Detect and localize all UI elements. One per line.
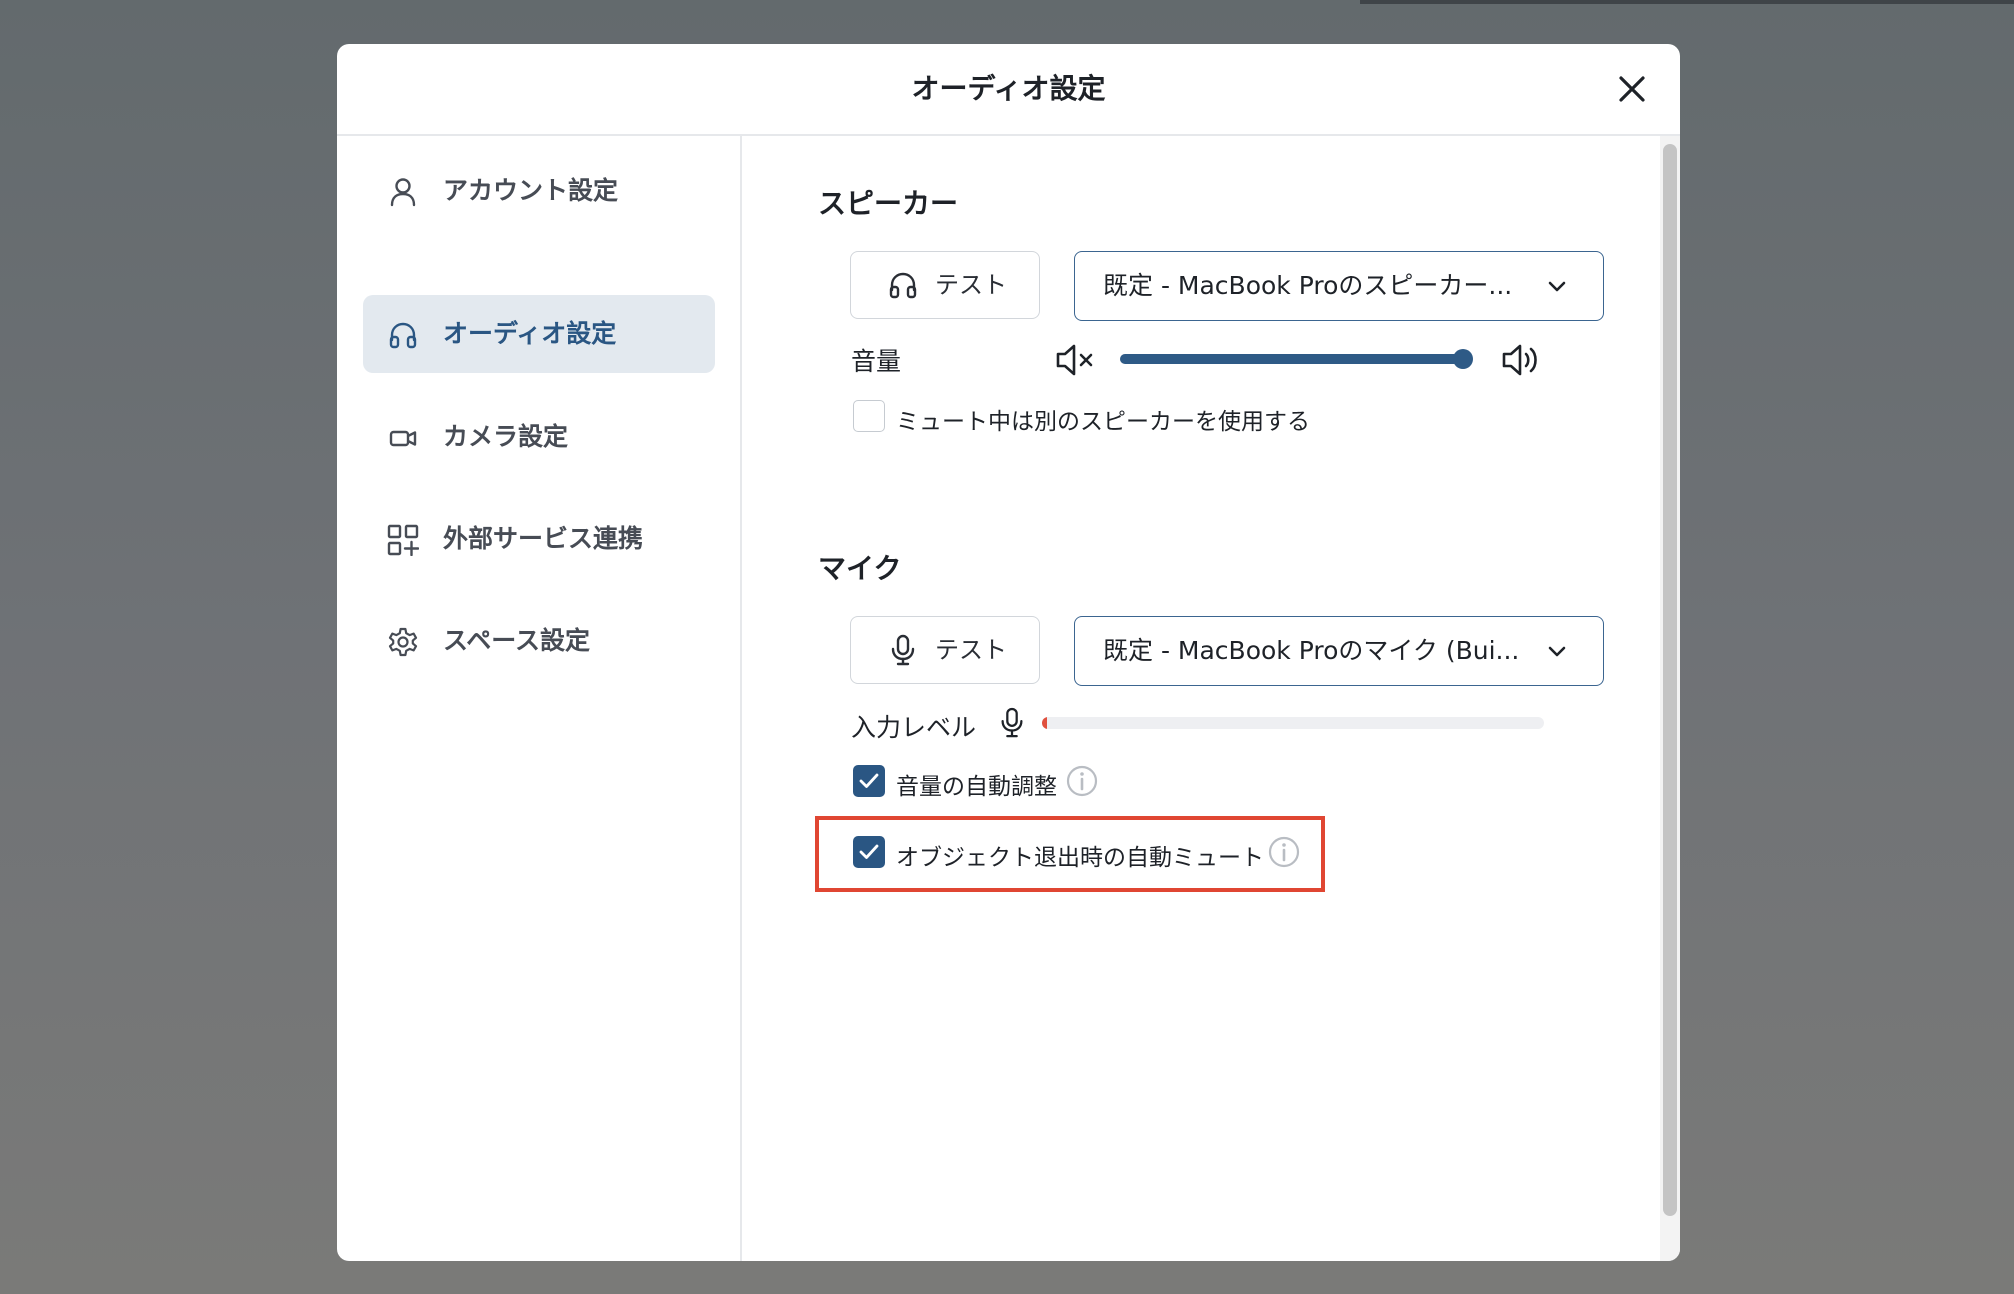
input-level-meter <box>1042 717 1544 729</box>
mic-device-select[interactable]: 既定 - MacBook Proのマイク (Bui... <box>1074 616 1604 686</box>
mute-alt-speaker-checkbox[interactable] <box>853 400 885 432</box>
audio-settings-dialog: オーディオ設定 アカウント設定 オーディオ設定 カメラ設定 外部サービス連携 ス… <box>337 44 1680 1261</box>
sidebar-item-account[interactable]: アカウント設定 <box>363 152 715 230</box>
mic-device-value: 既定 - MacBook Proのマイク (Bui... <box>1103 636 1520 665</box>
gear-icon <box>388 627 418 657</box>
video-camera-icon <box>389 430 417 447</box>
sidebar-item-camera[interactable]: カメラ設定 <box>363 398 715 476</box>
chevron-down-icon <box>1548 281 1566 292</box>
speaker-section-title: スピーカー <box>818 187 959 220</box>
sidebar-item-audio[interactable]: オーディオ設定 <box>363 295 715 373</box>
close-button[interactable] <box>1613 70 1651 108</box>
input-level-fill <box>1042 717 1047 729</box>
apps-add-icon <box>387 524 419 556</box>
headphones-icon <box>389 322 417 349</box>
scrollbar-thumb[interactable] <box>1663 144 1677 1216</box>
input-level-label: 入力レベル <box>851 713 977 742</box>
dialog-header: オーディオ設定 <box>337 44 1680 136</box>
volume-mute-icon <box>1056 344 1093 376</box>
sidebar-item-label: 外部サービス連携 <box>443 524 644 553</box>
speaker-test-label: テスト <box>935 271 1007 299</box>
sidebar-item-label: オーディオ設定 <box>443 319 617 348</box>
input-level-track <box>1042 717 1544 729</box>
microphone-icon <box>1001 707 1023 738</box>
volume-slider-handle[interactable] <box>1453 349 1473 369</box>
sidebar-item-label: アカウント設定 <box>443 176 619 205</box>
mic-test-button[interactable]: テスト <box>850 616 1040 684</box>
volume-up-icon <box>1502 344 1537 376</box>
sidebar-item-label: スペース設定 <box>443 626 591 655</box>
volume-slider[interactable] <box>1120 349 1473 369</box>
headphones-icon <box>889 272 917 299</box>
mic-section-title: マイク <box>818 552 902 585</box>
speaker-device-select[interactable]: 既定 - MacBook Proのスピーカー... <box>1074 251 1604 321</box>
microphone-icon <box>891 634 915 666</box>
auto-gain-checkbox[interactable] <box>853 765 885 797</box>
sidebar-item-space[interactable]: スペース設定 <box>363 602 715 680</box>
speaker-test-button[interactable]: テスト <box>850 251 1040 319</box>
sidebar-item-integrations[interactable]: 外部サービス連携 <box>363 500 715 578</box>
info-icon[interactable] <box>1066 765 1098 797</box>
volume-label: 音量 <box>851 347 902 376</box>
annotation-highlight-box <box>815 816 1325 892</box>
user-icon <box>390 178 416 207</box>
volume-slider-fill <box>1120 354 1463 364</box>
sidebar-item-label: カメラ設定 <box>443 422 569 451</box>
mic-test-label: テスト <box>935 636 1007 664</box>
speaker-device-value: 既定 - MacBook Proのスピーカー... <box>1103 271 1513 300</box>
close-icon <box>1619 76 1645 102</box>
background-window-edge <box>1360 0 2014 4</box>
auto-gain-label: 音量の自動調整 <box>896 774 1057 800</box>
chevron-down-icon <box>1548 646 1566 657</box>
checkmark-icon <box>859 773 879 788</box>
settings-sidebar: アカウント設定 オーディオ設定 カメラ設定 外部サービス連携 スペース設定 <box>337 136 742 1261</box>
mute-alt-speaker-label: ミュート中は別のスピーカーを使用する <box>896 409 1310 435</box>
dialog-title: オーディオ設定 <box>911 72 1106 105</box>
